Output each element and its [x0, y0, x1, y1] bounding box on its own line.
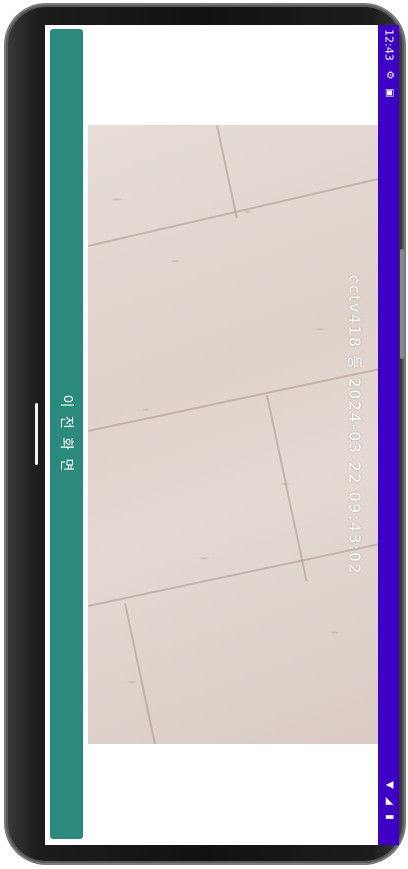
status-time: 12:43 — [382, 29, 395, 61]
navigation-handle[interactable] — [35, 403, 38, 465]
status-bar: 12:43 ⚙ ▣ ▼ ◢ ▮ — [378, 25, 399, 845]
tile-seam — [266, 395, 308, 582]
cctv-timestamp-overlay: cctv418 등 2024-03-22 09:43:02 — [346, 274, 364, 576]
sim-icon: ▣ — [383, 88, 395, 98]
tile-seam — [88, 177, 378, 247]
tile-seam — [124, 603, 158, 744]
side-button — [400, 249, 404, 359]
tile-seam — [216, 125, 238, 219]
gear-icon: ⚙ — [383, 70, 395, 80]
device-frame: 이 전 화 면 cctv418 등 2024-03-22 09:43:02 12… — [6, 5, 404, 863]
screen: 이 전 화 면 cctv418 등 2024-03-22 09:43:02 12… — [45, 25, 399, 845]
back-screen-label: 이 전 화 면 — [57, 394, 74, 474]
back-screen-button[interactable]: 이 전 화 면 — [50, 29, 83, 839]
tile-seam — [88, 367, 378, 432]
battery-icon: ▮ — [383, 814, 395, 820]
tile-seam — [88, 542, 378, 607]
camera-preview: cctv418 등 2024-03-22 09:43:02 — [88, 125, 378, 744]
signal-icon: ◢ — [383, 797, 395, 805]
wifi-icon: ▼ — [383, 781, 395, 789]
